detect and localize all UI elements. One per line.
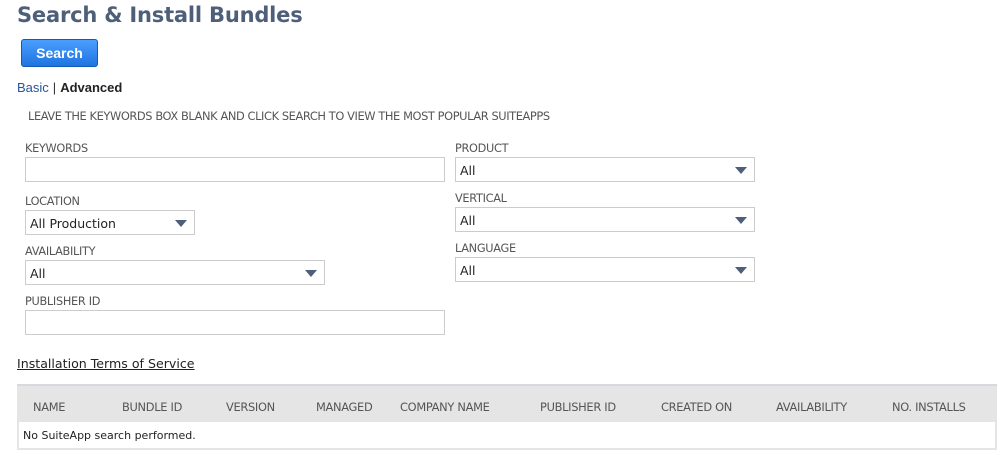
availability-select[interactable]: All <box>25 260 325 285</box>
dropdown-arrow-icon <box>175 220 187 227</box>
product-value: All <box>460 163 476 178</box>
advanced-mode-label: Advanced <box>60 80 123 95</box>
column-header-created-on[interactable]: CREATED ON <box>661 400 732 414</box>
keywords-input[interactable] <box>26 158 444 181</box>
vertical-select[interactable]: All <box>455 207 755 232</box>
location-select[interactable]: All Production <box>25 210 195 235</box>
product-select[interactable]: All <box>455 157 755 182</box>
column-header-company-name[interactable]: COMPANY NAME <box>400 400 490 414</box>
language-label: LANGUAGE <box>455 242 516 255</box>
dropdown-arrow-icon <box>735 267 747 274</box>
publisher-id-label: PUBLISHER ID <box>25 295 101 308</box>
product-label: PRODUCT <box>455 142 509 155</box>
column-header-publisher-id[interactable]: PUBLISHER ID <box>540 400 616 414</box>
dropdown-arrow-icon <box>735 167 747 174</box>
publisher-id-field[interactable] <box>25 310 445 335</box>
vertical-value: All <box>460 213 476 228</box>
column-header-managed[interactable]: MANAGED <box>316 400 373 414</box>
language-select[interactable]: All <box>455 257 755 282</box>
column-header-bundle-id[interactable]: BUNDLE ID <box>122 400 182 414</box>
results-header: NAME BUNDLE ID VERSION MANAGED COMPANY N… <box>17 386 997 422</box>
location-value: All Production <box>30 216 116 231</box>
publisher-id-input[interactable] <box>26 311 444 334</box>
mode-separator: | <box>52 80 57 95</box>
terms-of-service-link[interactable]: Installation Terms of Service <box>17 356 195 371</box>
empty-results-message: No SuiteApp search performed. <box>23 429 196 442</box>
column-header-name[interactable]: NAME <box>33 400 65 414</box>
availability-label: AVAILABILITY <box>25 245 96 258</box>
dropdown-arrow-icon <box>305 270 317 277</box>
keywords-field[interactable] <box>25 157 445 182</box>
language-value: All <box>460 263 476 278</box>
availability-value: All <box>30 266 46 281</box>
column-header-availability[interactable]: AVAILABILITY <box>776 400 847 414</box>
search-mode-switch: Basic | Advanced <box>17 80 122 95</box>
location-label: LOCATION <box>25 195 80 208</box>
column-header-no-installs[interactable]: NO. INSTALLS <box>892 400 966 414</box>
vertical-label: VERTICAL <box>455 192 507 205</box>
dropdown-arrow-icon <box>735 217 747 224</box>
column-header-version[interactable]: VERSION <box>226 400 275 414</box>
results-empty-row: No SuiteApp search performed. <box>19 422 995 448</box>
page-title: Search & Install Bundles <box>17 3 303 27</box>
results-table: NAME BUNDLE ID VERSION MANAGED COMPANY N… <box>17 384 997 450</box>
search-button[interactable]: Search <box>21 39 98 67</box>
basic-mode-link[interactable]: Basic <box>17 80 49 95</box>
search-hint: LEAVE THE KEYWORDS BOX BLANK AND CLICK S… <box>28 109 550 123</box>
keywords-label: KEYWORDS <box>25 142 88 155</box>
